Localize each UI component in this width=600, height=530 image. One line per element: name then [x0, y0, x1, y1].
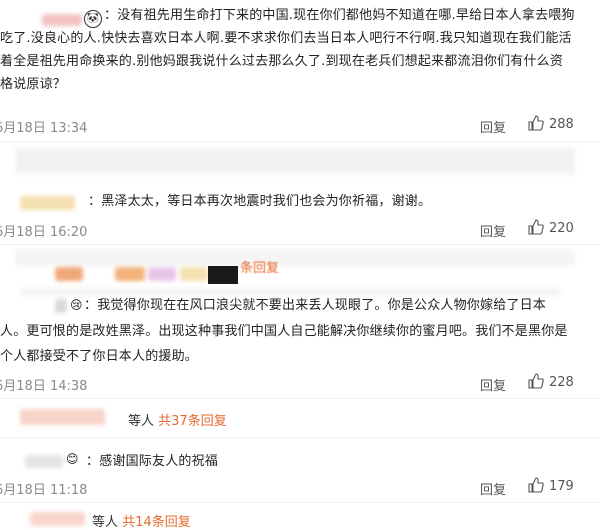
comment-text: ：我觉得你现在在风口浪尖就不要出来丢人现眼了。你是公众人物你嫁给了日本	[84, 298, 547, 313]
comment-text: ：没有祖先用生命打下来的中国.现在你们都他妈不知道在哪.早给日本人拿去喂狗	[104, 8, 575, 23]
sub-reply-summary[interactable]: 等人 共37条回复	[128, 410, 227, 429]
like-count: 179	[549, 479, 574, 494]
thumb-up-icon	[528, 373, 544, 389]
comment-text: ：感谢国际友人的祝福	[86, 454, 219, 469]
avatar-blur	[20, 409, 105, 425]
avatar-blur	[55, 267, 83, 281]
comment-text: 着全是祖先用命换来的.别他妈跟我说什么过去那么久了.到现在老兵们想起来都流泪你们…	[0, 54, 564, 69]
comment-text: 个人都接受不了你日本人的援助。	[0, 349, 199, 364]
reply-button[interactable]: 回复	[480, 117, 506, 136]
comment-text: 吃了.没良心的人.快快去喜欢日本人啊.要不求求你们去当日本人吧行不行啊.我只知道…	[0, 31, 572, 46]
timestamp: 6月18日 13:34	[0, 121, 88, 136]
reply-button[interactable]: 回复	[480, 479, 506, 498]
sub-reply-link[interactable]: 条回复	[240, 257, 279, 276]
timestamp: 6月18日 14:38	[0, 379, 88, 394]
avatar-blur	[148, 267, 176, 281]
reply-button[interactable]: 回复	[480, 375, 506, 394]
blur-region	[15, 148, 575, 174]
avatar-blur	[115, 267, 145, 281]
comment-text: 格说原谅？	[0, 77, 67, 92]
like-count: 228	[549, 375, 574, 390]
blur-region	[15, 250, 575, 266]
avatar-blur	[20, 196, 75, 210]
like-count: 288	[549, 117, 574, 132]
timestamp: 6月18日 16:20	[0, 225, 88, 240]
reply-button[interactable]: 回复	[480, 221, 506, 240]
username-blur	[42, 14, 82, 26]
emoji-icon: 🐼	[84, 10, 102, 28]
comment-text: 人。更可恨的是改姓黑泽。出现这种事我们中国人自己能解决你继续你的蜜月吧。我们不是…	[0, 324, 568, 339]
thumb-up-icon	[528, 219, 544, 235]
timestamp: 6月18日 11:18	[0, 483, 88, 498]
like-count: 220	[549, 221, 574, 236]
avatar	[208, 266, 238, 284]
like-button[interactable]: 288	[528, 115, 574, 132]
like-button[interactable]: 179	[528, 477, 574, 494]
like-button[interactable]: 220	[528, 219, 574, 236]
comment-text: ：黑泽太太，等日本再次地震时我们也会为你祈福，谢谢。	[88, 194, 432, 209]
like-button[interactable]: 228	[528, 373, 574, 390]
thumb-up-icon	[528, 115, 544, 131]
avatar-blur	[55, 299, 67, 313]
avatar-blur	[180, 267, 208, 281]
avatar-blur	[25, 455, 63, 468]
emoji-icon: 😊	[66, 452, 79, 466]
sub-reply-summary[interactable]: 等人 共14条回复	[92, 511, 191, 530]
thumb-up-icon	[528, 477, 544, 493]
emoji-icon: 😢	[70, 298, 83, 312]
